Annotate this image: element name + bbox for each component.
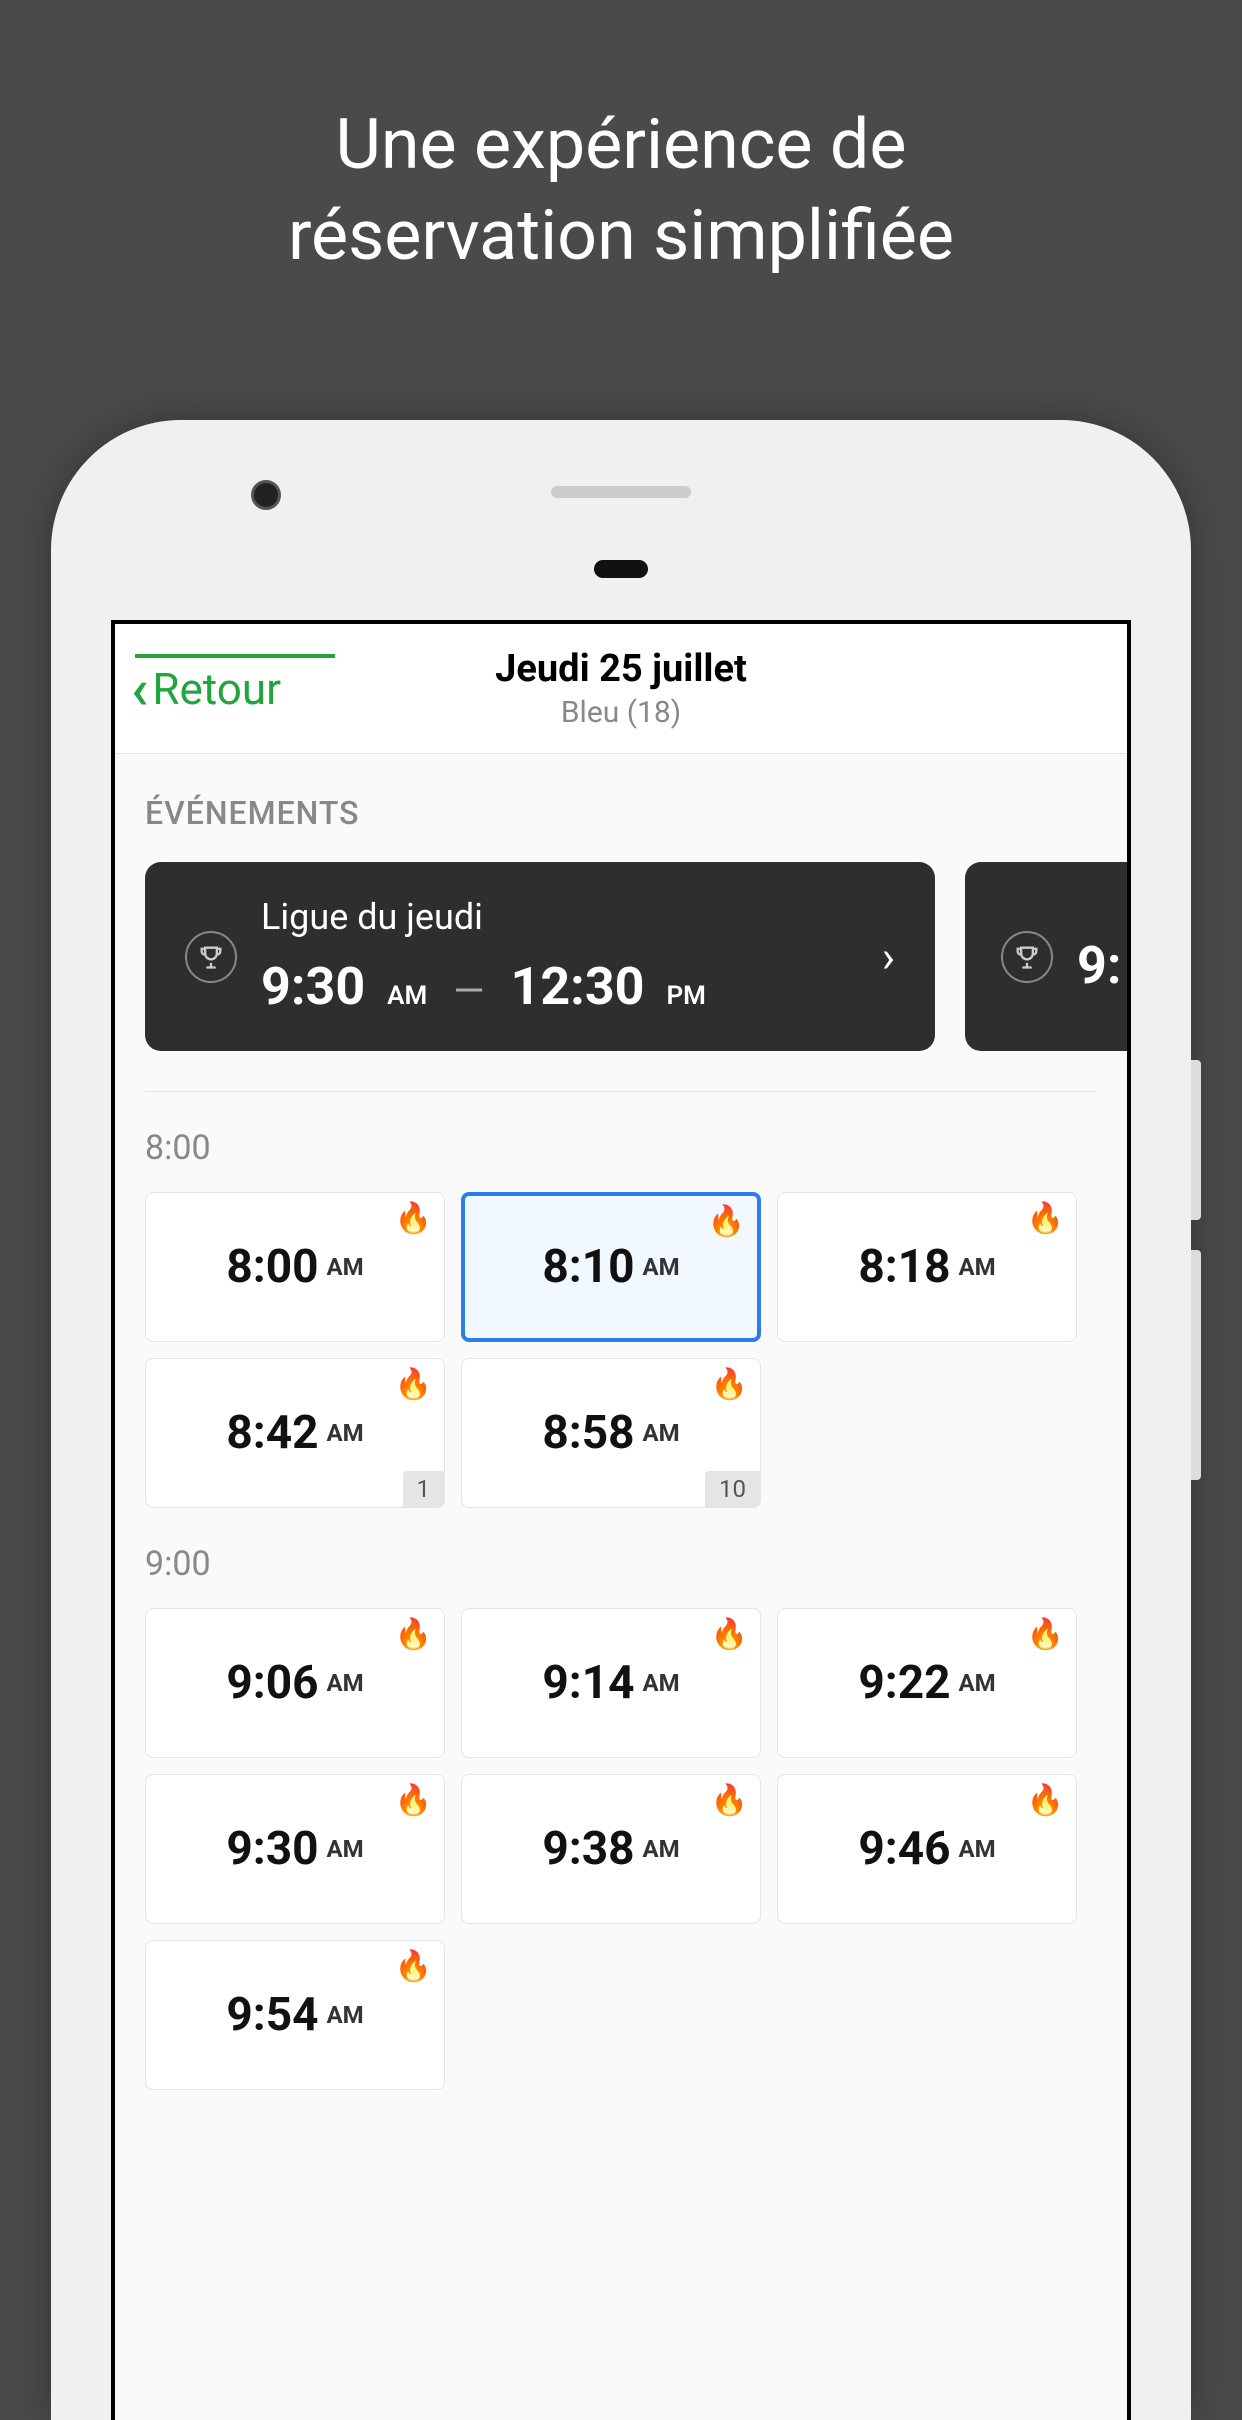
slot-time: 9:46 [858,1822,950,1876]
event-end-ampm: PM [667,981,706,1011]
slot-ampm: AM [643,1253,680,1281]
events-carousel[interactable]: Ligue du jeudi 9:30 AM — 12:30 PM › [115,862,1127,1051]
phone-side-button [1191,1250,1201,1480]
back-label: Retour [152,663,281,715]
hour-label: 8:00 [115,1092,1127,1192]
event-card[interactable]: Ligue du jeudi 9:30 AM — 12:30 PM › [145,862,935,1051]
slot-ampm: AM [327,1835,364,1863]
promo-line1: Une expérience de [335,104,906,186]
time-slot[interactable]: 🔥 9:46 AM [777,1774,1077,1924]
time-slot[interactable]: 🔥 9:38 AM [461,1774,761,1924]
back-underline [135,654,335,658]
phone-speaker [551,486,691,498]
page-title: Jeudi 25 juillet [495,647,747,691]
slot-badge: 1 [403,1471,445,1507]
event-start-time: 9:30 [261,956,365,1017]
time-slot[interactable]: 🔥 9:30 AM [145,1774,445,1924]
slot-time: 8:00 [226,1240,318,1294]
slot-ampm: AM [327,1419,364,1447]
promo-line2: réservation simplifiée [288,195,954,277]
time-slot[interactable]: 🔥 8:18 AM [777,1192,1077,1342]
slot-time: 9:54 [226,1988,318,2042]
slot-ampm: AM [959,1253,996,1281]
time-slot[interactable]: 🔥 8:58 AM 10 [461,1358,761,1508]
slot-time: 8:42 [226,1406,318,1460]
phone-sensor [594,560,648,578]
page-subtitle: Bleu (18) [495,695,747,730]
events-section-label: ÉVÉNEMENTS [115,754,1127,862]
slot-badge: 10 [705,1471,760,1507]
event-time-row: 9:30 AM — 12:30 PM [261,956,862,1017]
slot-ampm: AM [327,1253,364,1281]
slot-time: 9:14 [542,1656,634,1710]
flame-icon: 🔥 [711,1617,748,1652]
flame-icon: 🔥 [711,1367,748,1402]
time-slot[interactable]: 🔥 8:10 AM [461,1192,761,1342]
event-body: 9: [1077,917,1125,996]
flame-icon: 🔥 [708,1204,745,1239]
slot-time: 8:10 [542,1240,634,1294]
phone-side-button [1191,1060,1201,1220]
slot-time: 9:38 [542,1822,634,1876]
chevron-right-icon: › [882,931,895,983]
flame-icon: 🔥 [395,1949,432,1984]
phone-camera [251,480,281,510]
slot-time: 9:22 [858,1656,950,1710]
flame-icon: 🔥 [1027,1617,1064,1652]
time-slot[interactable]: 🔥 9:14 AM [461,1608,761,1758]
flame-icon: 🔥 [395,1783,432,1818]
event-start-time: 9: [1077,935,1121,996]
time-slot[interactable]: 🔥 9:54 AM [145,1940,445,2090]
event-body: Ligue du jeudi 9:30 AM — 12:30 PM [261,896,862,1017]
slot-time: 9:30 [226,1822,318,1876]
time-slot[interactable]: 🔥 8:00 AM [145,1192,445,1342]
slot-ampm: AM [643,1835,680,1863]
hour-label: 9:00 [115,1508,1127,1608]
flame-icon: 🔥 [395,1201,432,1236]
flame-icon: 🔥 [711,1783,748,1818]
slot-ampm: AM [327,2001,364,2029]
content-area: ÉVÉNEMENTS Ligue du jeudi 9:30 AM — 12:3… [115,754,1127,2420]
slot-ampm: AM [643,1669,680,1697]
event-end-time: 12:30 [511,956,645,1017]
flame-icon: 🔥 [1027,1783,1064,1818]
back-button[interactable]: ‹ Retour [115,661,281,717]
trophy-icon [1001,931,1053,983]
event-title: Ligue du jeudi [261,896,862,938]
time-slot[interactable]: 🔥 8:42 AM 1 [145,1358,445,1508]
trophy-icon [185,931,237,983]
header-center: Jeudi 25 juillet Bleu (18) [495,647,747,730]
event-start-ampm: AM [387,981,427,1011]
slot-grid: 🔥 8:00 AM 🔥 8:10 AM 🔥 8:18 AM 🔥 8:42 AM 1 🔥 8:58 AM 10 [115,1192,1127,1508]
flame-icon: 🔥 [395,1617,432,1652]
slot-grid: 🔥 9:06 AM 🔥 9:14 AM 🔥 9:22 AM 🔥 9:30 AM 🔥 9:38 AM 🔥 9:46… [115,1608,1127,2090]
promo-headline: Une expérience de réservation simplifiée [0,0,1242,282]
app-header: ‹ Retour Jeudi 25 juillet Bleu (18) [115,624,1127,754]
phone-frame: ‹ Retour Jeudi 25 juillet Bleu (18) ÉVÉN… [51,420,1191,2420]
time-separator: — [453,967,484,1014]
flame-icon: 🔥 [1027,1201,1064,1236]
slot-ampm: AM [327,1669,364,1697]
slot-time: 8:58 [542,1406,634,1460]
flame-icon: 🔥 [395,1367,432,1402]
slot-ampm: AM [959,1835,996,1863]
slot-time: 9:06 [226,1656,318,1710]
slot-time: 8:18 [858,1240,950,1294]
app-screen: ‹ Retour Jeudi 25 juillet Bleu (18) ÉVÉN… [111,620,1131,2420]
slot-ampm: AM [959,1669,996,1697]
chevron-left-icon: ‹ [131,661,148,717]
event-time-row: 9: [1077,935,1125,996]
time-slot[interactable]: 🔥 9:06 AM [145,1608,445,1758]
slot-ampm: AM [643,1419,680,1447]
time-slot[interactable]: 🔥 9:22 AM [777,1608,1077,1758]
event-card[interactable]: 9: [965,862,1127,1051]
